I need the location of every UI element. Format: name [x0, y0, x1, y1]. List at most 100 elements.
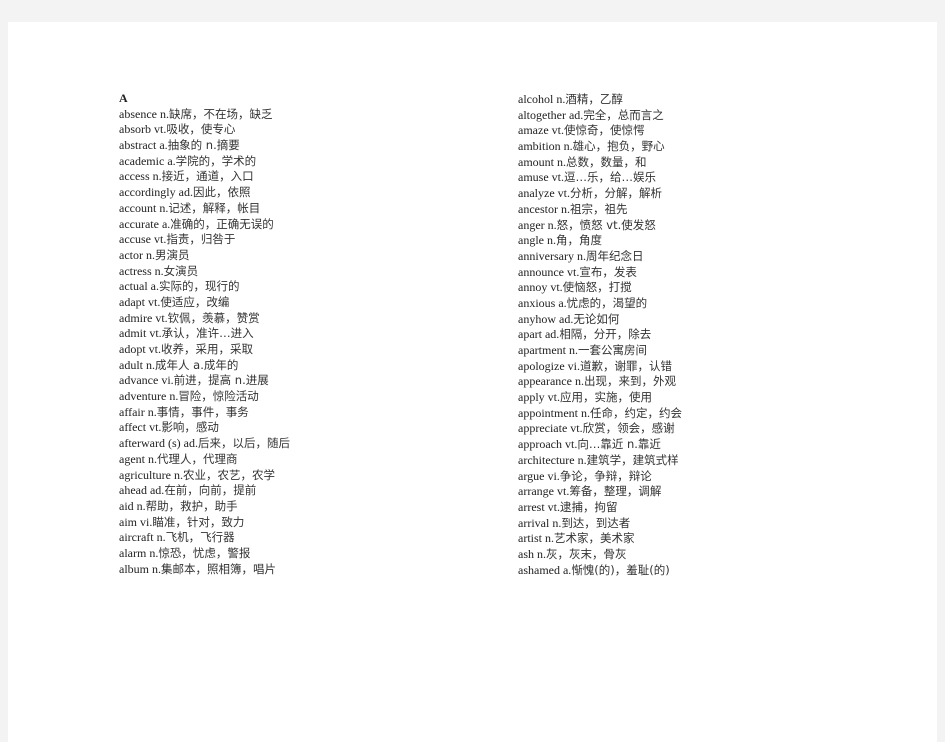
entry-pos: ad.: [178, 185, 193, 200]
entry-pos: n.: [136, 498, 146, 513]
vocab-entry: accurate a.准确的，正确无误的: [119, 217, 290, 233]
vocab-entry: alarm n.惊恐，忧虑，警报: [119, 546, 290, 562]
entry-word: afterward (s): [119, 436, 181, 451]
entry-pos: n.: [154, 263, 164, 278]
entry-word: artist: [518, 531, 542, 546]
entry-definition: 欣赏，领会，感谢: [582, 421, 675, 436]
entry-word: account: [119, 200, 157, 215]
entry-word: aid: [119, 498, 134, 513]
entry-word: absence: [119, 106, 157, 121]
entry-definition: 逗…乐，给…娱乐: [564, 170, 656, 185]
entry-pos: ad.: [544, 327, 560, 342]
entry-pos: vt.: [148, 294, 161, 309]
vocab-entry: absence n.缺席，不在场，缺乏: [119, 107, 290, 123]
entry-word: access: [119, 169, 150, 184]
entry-word: album: [119, 561, 149, 576]
entry-pos: n.: [146, 357, 155, 372]
entry-pos: n.: [577, 452, 587, 467]
entry-pos: vi.: [161, 373, 174, 388]
entry-definition: 集邮本，照相簿，唱片: [161, 561, 276, 576]
entry-definition: 影响，感动: [161, 420, 219, 435]
entry-definition: 出现，来到，外观: [583, 374, 676, 389]
vocab-entry: admire vt.钦佩，羡慕，赞赏: [119, 311, 290, 327]
vocab-entry: appreciate vt.欣赏，领会，感谢: [518, 421, 682, 437]
entry-word: affect: [119, 420, 147, 435]
vocab-entry: architecture n.建筑学，建筑式样: [518, 453, 682, 469]
entry-pos: n.: [563, 139, 573, 154]
entry-definition: 争论，争辩，辩论: [559, 468, 652, 483]
vocab-entry: ash n.灰，灰末，骨灰: [518, 547, 682, 563]
entry-word: ancestor: [518, 201, 558, 216]
entry-word: advance: [119, 373, 159, 388]
vocab-entry: academic a.学院的，学术的: [119, 154, 290, 170]
vocab-entry: anniversary n.周年纪念日: [518, 249, 682, 265]
entry-word: announce: [518, 264, 564, 279]
entry-definition: 完全，总而言之: [583, 107, 664, 122]
vocab-entry: approach vt.向…靠近 n.靠近: [518, 437, 682, 453]
vocab-entry: ancestor n.祖宗，祖先: [518, 202, 682, 218]
entry-definition: 使惊奇，使惊愕: [563, 123, 645, 138]
entry-word: agriculture: [119, 467, 171, 482]
entry-definition: 帮助，救护，助手: [145, 498, 238, 513]
entry-pos: a.: [150, 279, 159, 294]
vocab-entry: agent n.代理人，代理商: [119, 452, 290, 468]
entry-pos: n.: [147, 404, 157, 419]
entry-pos: ad.: [559, 311, 574, 326]
entry-pos: n.: [568, 343, 578, 357]
entry-definition: 冒险，惊险活动: [178, 389, 259, 404]
entry-pos: a.: [159, 138, 168, 153]
entry-word: actual: [119, 279, 148, 294]
section-heading: A: [119, 91, 128, 105]
vocab-entry: artist n.艺术家，美术家: [518, 531, 682, 547]
entry-word: alarm: [119, 545, 147, 560]
entry-definition: 实际的，现行的: [158, 279, 240, 294]
entry-definition: 酒精，乙醇: [565, 92, 623, 106]
entry-definition: 女演员: [163, 263, 199, 278]
entry-pos: a.: [167, 153, 176, 168]
entry-word: adopt: [119, 342, 146, 356]
vocab-entry: accuse vt.指责，归咎于: [119, 232, 290, 248]
vocab-entry: adopt vt.收养，采用，采取: [119, 342, 290, 358]
entry-pos: vt.: [155, 310, 168, 325]
entry-pos: vt.: [564, 437, 578, 452]
entry-pos: vt.: [547, 499, 560, 514]
entry-word: arrival: [518, 515, 550, 530]
entry-pos: vt.: [547, 390, 561, 405]
vocab-entry: access n.接近，通道，入口: [119, 169, 290, 185]
vocab-entry: appointment n.任命，约定，约会: [518, 406, 682, 422]
vocab-entry: affair n.事情，事件，事务: [119, 405, 290, 421]
entry-word: appearance: [518, 374, 572, 389]
entry-word: aircraft: [119, 530, 154, 545]
vocab-entry: ahead ad.在前，向前，提前: [119, 483, 290, 499]
entry-pos: ad.: [149, 483, 165, 498]
entry-definition: 筹备，整理，调解: [569, 484, 662, 499]
entry-word: admit: [119, 326, 147, 341]
entry-word: agent: [119, 451, 145, 466]
entry-definition: 瞄准，针对，致力: [152, 514, 245, 529]
entry-word: ashamed: [518, 562, 560, 577]
entry-definition: 宣布，发表: [579, 264, 637, 279]
entry-definition: 承认，准许…进入: [161, 326, 254, 341]
entry-pos: n.: [552, 515, 562, 530]
entry-definition: 忧虑的，渴望的: [566, 295, 648, 310]
entry-definition: 道歉，谢罪，认错: [580, 358, 672, 373]
entry-definition: 惊恐，忧虑，警报: [158, 545, 251, 560]
entry-definition: 一套公寓房间: [577, 343, 647, 357]
entry-pos: n.: [537, 546, 546, 561]
entry-word: amount: [518, 154, 554, 169]
entry-definition: 因此，依照: [192, 185, 251, 200]
vocab-entry: alcohol n.酒精，乙醇: [518, 92, 682, 108]
vocab-entry: amuse vt.逗…乐，给…娱乐: [518, 170, 682, 186]
entry-pos: n.: [159, 200, 169, 215]
entry-pos: vt.: [550, 280, 563, 295]
entry-pos: vt.: [153, 232, 167, 247]
vocab-entry: appearance n.出现，来到，外观: [518, 374, 682, 390]
vocab-entry: ambition n.雄心，抱负，野心: [518, 139, 682, 155]
vocab-entry: admit vt.承认，准许…进入: [119, 326, 290, 342]
entry-word: actress: [119, 263, 152, 278]
entry-pos: vt.: [551, 123, 564, 138]
entry-pos: n.: [574, 374, 584, 389]
entry-pos: n.: [159, 106, 169, 121]
entry-definition: 建筑学，建筑式样: [586, 452, 679, 467]
entry-definition: 应用，实施，使用: [560, 390, 653, 405]
